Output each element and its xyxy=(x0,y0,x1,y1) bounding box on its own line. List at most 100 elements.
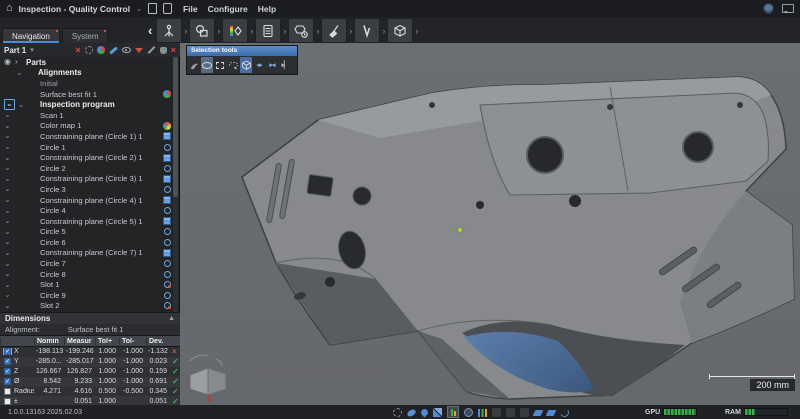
tree-row[interactable]: Alignments xyxy=(0,68,180,79)
tree-state-icon[interactable] xyxy=(4,143,16,151)
tree-state-icon[interactable] xyxy=(4,217,16,225)
dimension-row[interactable]: Ø 8.542 9.233 1.000 -1.000 0.691 xyxy=(0,377,180,387)
new-document-icon[interactable] xyxy=(148,3,157,14)
column-tol-minus[interactable]: Tol- xyxy=(119,338,146,345)
tree-row[interactable]: Constraining plane (Circle 2) 1 xyxy=(0,152,180,163)
tree-row[interactable]: Circle 7 xyxy=(0,258,180,269)
tree-row[interactable]: Scan 1 xyxy=(0,110,180,121)
probe-deviation-button[interactable] xyxy=(354,18,380,43)
feedback-icon[interactable] xyxy=(782,4,794,13)
collapse-toolbar-chevron[interactable]: ‹ xyxy=(148,23,152,38)
shrink-selection-button[interactable]: ▸◂ xyxy=(266,57,278,73)
tree-state-icon[interactable] xyxy=(4,249,16,257)
chevron-right-icon[interactable]: › xyxy=(282,26,287,36)
dimension-checkbox[interactable] xyxy=(0,378,12,385)
tree-state-icon[interactable] xyxy=(4,238,16,246)
tree-row[interactable]: Circle 4 xyxy=(0,205,180,216)
web-icon[interactable] xyxy=(464,408,473,417)
tree-state-icon[interactable] xyxy=(4,270,16,278)
column-tol-plus[interactable]: Tol+ xyxy=(95,338,119,345)
dimension-checkbox[interactable] xyxy=(0,398,12,405)
digital-assembly-icon[interactable] xyxy=(447,406,459,418)
dimension-row[interactable]: X -198.113 -199.246 1.000 -1.000 -1.132 xyxy=(0,347,180,357)
surface-fit-icon[interactable] xyxy=(406,409,417,418)
title-dropdown-caret[interactable]: ⌄ xyxy=(136,5,142,13)
brush-icon[interactable] xyxy=(109,46,118,54)
tree-row[interactable]: Circle 1 xyxy=(0,142,180,153)
dimension-checkbox[interactable] xyxy=(0,368,12,375)
tree-row[interactable]: Initial xyxy=(0,78,180,89)
color-map-button[interactable] xyxy=(222,18,248,43)
report-table-button[interactable] xyxy=(255,18,281,43)
dimension-checkbox[interactable] xyxy=(0,348,12,355)
tree-row[interactable]: Slot 2 xyxy=(0,301,180,312)
globe-icon[interactable] xyxy=(763,3,774,14)
tree-state-icon[interactable] xyxy=(4,196,16,204)
chevron-right-icon[interactable]: › xyxy=(249,26,254,36)
tree-state-icon[interactable] xyxy=(4,291,16,299)
tree-state-icon[interactable] xyxy=(4,58,26,66)
invert-selection-button[interactable]: ◂▸ xyxy=(253,57,265,73)
tree-state-icon[interactable] xyxy=(4,154,16,162)
mesh-icon[interactable] xyxy=(420,407,430,417)
end-selection-button[interactable]: ▸▏ xyxy=(279,57,291,73)
device-icon[interactable] xyxy=(163,3,172,14)
compare-icon[interactable] xyxy=(433,408,442,417)
align-triad-icon[interactable] xyxy=(97,46,105,54)
dimension-row[interactable]: Radius 4.271 4.616 0.500 -0.500 0.345 xyxy=(0,387,180,397)
tree-row[interactable]: Constraining plane (Circle 1) 1 xyxy=(0,131,180,142)
settings-gear-icon[interactable] xyxy=(393,408,402,417)
clipping-icon[interactable] xyxy=(506,408,515,417)
menu-item[interactable]: Configure xyxy=(203,4,253,14)
tree-state-icon[interactable] xyxy=(4,132,16,140)
selection-tools-title[interactable]: Selection tools xyxy=(187,46,297,56)
tree-row[interactable]: Circle 5 xyxy=(0,227,180,238)
tree-row[interactable]: Surface best fit 1 xyxy=(0,89,180,100)
scene-cube-button[interactable] xyxy=(387,18,413,43)
wing-icon[interactable] xyxy=(533,410,544,416)
volume-select-button[interactable] xyxy=(240,57,252,73)
chevron-right-icon[interactable]: › xyxy=(216,26,221,36)
panel-tab[interactable]: System xyxy=(62,28,109,43)
alignment-value[interactable]: Surface best fit 1 xyxy=(68,325,123,334)
dimensions-header[interactable]: Dimensions ▲ xyxy=(0,313,180,324)
selection-tools-palette[interactable]: Selection tools ◂▸ ▸◂ ▸▏ xyxy=(186,45,298,75)
tree-row[interactable]: Parts xyxy=(0,57,180,68)
tree-state-icon[interactable] xyxy=(4,99,28,110)
part-dropdown-caret[interactable]: ▾ xyxy=(30,46,34,54)
close-x-icon[interactable]: × xyxy=(171,46,176,54)
measurement-objects-button[interactable] xyxy=(288,18,314,43)
menu-item[interactable]: File xyxy=(178,4,203,14)
tree-state-icon[interactable] xyxy=(4,260,16,268)
rectangle-select-button[interactable] xyxy=(214,57,226,73)
chevron-right-icon[interactable]: › xyxy=(381,26,386,36)
tree-state-icon[interactable] xyxy=(4,175,16,183)
tree-scrollbar[interactable] xyxy=(173,57,178,313)
brush-select-button[interactable] xyxy=(188,57,200,73)
dimension-checkbox[interactable] xyxy=(0,388,12,395)
dimension-row[interactable]: Z 126.667 126.827 1.000 -1.000 0.159 xyxy=(0,367,180,377)
tree-row[interactable]: Constraining plane (Circle 4) 1 xyxy=(0,195,180,206)
tree-state-icon[interactable] xyxy=(4,164,16,172)
geometry-shapes-button[interactable] xyxy=(189,18,215,43)
column-measured[interactable]: Measur xyxy=(64,338,95,345)
scrollbar-thumb[interactable] xyxy=(173,57,178,197)
tree-state-icon[interactable] xyxy=(4,185,16,193)
tree-row[interactable]: Constraining plane (Circle 3) 1 xyxy=(0,174,180,185)
flange-icon[interactable] xyxy=(546,410,557,416)
gear-icon[interactable] xyxy=(85,46,93,54)
part-selector[interactable]: Part 1 xyxy=(4,46,26,55)
pan-hand-icon[interactable] xyxy=(160,47,167,54)
chevron-right-icon[interactable]: › xyxy=(315,26,320,36)
tree-row[interactable]: Constraining plane (Circle 7) 1 xyxy=(0,248,180,259)
viewport-3d[interactable]: Selection tools ◂▸ ▸◂ ▸▏ 200 mm xyxy=(180,43,800,405)
tree-row[interactable]: Circle 2 xyxy=(0,163,180,174)
tree-row[interactable]: Constraining plane (Circle 5) 1 xyxy=(0,216,180,227)
column-deviation[interactable]: Dev. xyxy=(146,338,170,345)
tree-row[interactable]: Circle 9 xyxy=(0,290,180,301)
collapse-panel-icon[interactable]: ▲ xyxy=(168,315,175,322)
alignment-tripod-button[interactable] xyxy=(156,18,182,43)
filter-funnel-icon[interactable] xyxy=(135,48,143,53)
lasso-select-button[interactable] xyxy=(227,57,239,73)
dimension-checkbox[interactable] xyxy=(0,358,12,365)
